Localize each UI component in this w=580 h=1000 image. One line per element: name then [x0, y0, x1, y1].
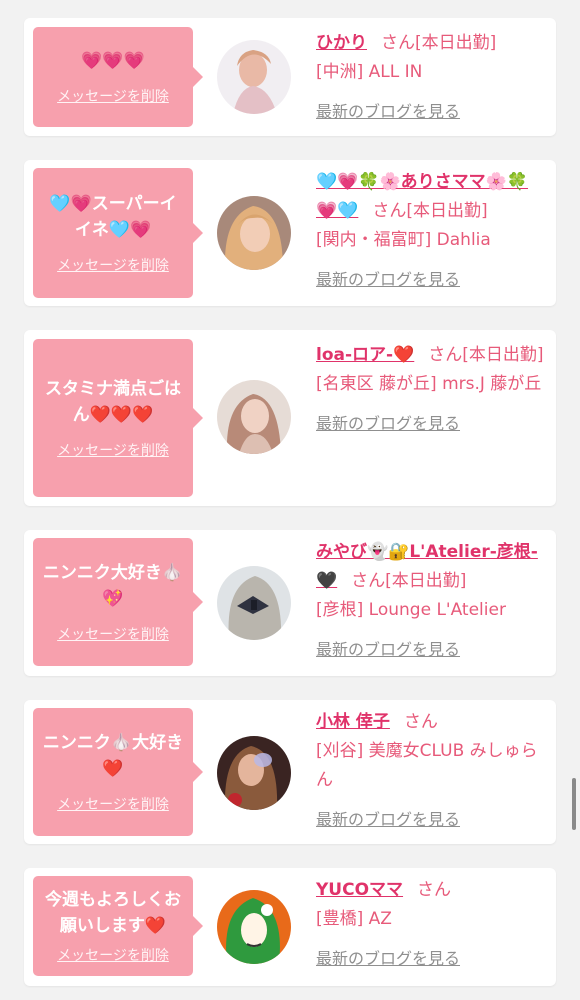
honorific: さん: [428, 345, 463, 365]
honorific: さん: [372, 201, 407, 221]
profile-info: loa-ロア-❤️ さん[本日出勤] [名東区 藤が丘] mrs.J 藤が丘 最新…: [316, 341, 548, 438]
latest-blog-link[interactable]: 最新のブログを見る: [316, 97, 548, 126]
honorific: さん: [381, 33, 415, 53]
delete-message-link[interactable]: メッセージを削除: [57, 794, 169, 814]
shop-location: [彦根] Lounge L'Atelier: [316, 600, 506, 620]
list-item: 💗💗💗 メッセージを削除 ひかり さん[本日出勤] [中洲] ALL IN 最新の…: [24, 18, 556, 136]
delete-message-link[interactable]: メッセージを削除: [57, 440, 169, 460]
avatar-image: [217, 890, 291, 964]
avatar[interactable]: [217, 40, 291, 114]
message-text: ニンニク大好き🧄💖: [42, 563, 184, 609]
list-item: スタミナ満点ごはん❤️❤️❤️ メッセージを削除 loa-ロア-❤️ さん[本日出…: [24, 330, 556, 506]
avatar[interactable]: [217, 890, 291, 964]
shop-location: [豊橋] AZ: [316, 909, 392, 929]
work-status: [本日出勤]: [462, 345, 544, 365]
message-bubble: ニンニク大好き🧄💖 メッセージを削除: [33, 538, 203, 666]
profile-info: 小林 倖子 さん [刈谷] 美魔女CLUB みしゅらん 最新のブログを見る: [316, 708, 548, 834]
shop-location: [中洲] ALL IN: [316, 62, 423, 82]
profile-info: ひかり さん[本日出勤] [中洲] ALL IN 最新のブログを見る: [316, 29, 548, 126]
shop-location: [刈谷] 美魔女CLUB みしゅらん: [316, 741, 538, 790]
profile-info: 🩵💗🍀🌸ありさママ🌸🍀💗🩵 さん[本日出勤] [関内・福富町] Dahlia 最新…: [316, 168, 548, 294]
profile-name-link[interactable]: 小林 倖子: [316, 712, 390, 732]
avatar[interactable]: [217, 196, 291, 270]
latest-blog-link[interactable]: 最新のブログを見る: [316, 805, 548, 834]
work-status: [本日出勤]: [385, 571, 467, 591]
profile-name-link[interactable]: ひかり: [316, 33, 367, 53]
message-bubble: 今週もよろしくお願いします❤️ メッセージを削除: [33, 876, 203, 976]
message-bubble: 💗💗💗 メッセージを削除: [33, 27, 203, 127]
work-status: [本日出勤]: [415, 33, 497, 53]
list-item: 今週もよろしくお願いします❤️ メッセージを削除 YUCOママ さん [豊橋] A…: [24, 868, 556, 986]
scrollbar[interactable]: [572, 778, 576, 830]
message-text: 💗💗💗: [81, 51, 145, 71]
profile-name-link[interactable]: YUCOママ: [316, 880, 403, 900]
avatar-image: [217, 196, 291, 270]
latest-blog-link[interactable]: 最新のブログを見る: [316, 635, 548, 664]
delete-message-link[interactable]: メッセージを削除: [57, 624, 169, 644]
honorific: さん: [417, 880, 452, 900]
message-text: ニンニク🧄大好き❤️: [42, 733, 184, 779]
avatar[interactable]: [217, 736, 291, 810]
message-bubble: スタミナ満点ごはん❤️❤️❤️ メッセージを削除: [33, 339, 203, 497]
list-item: 🩵💗スーパーイイネ🩵💗 メッセージを削除 🩵💗🍀🌸ありさママ🌸🍀💗🩵 さん[本日出…: [24, 160, 556, 306]
message-text: 今週もよろしくお願いします❤️: [45, 890, 181, 936]
message-bubble: 🩵💗スーパーイイネ🩵💗 メッセージを削除: [33, 168, 203, 298]
delete-message-link[interactable]: メッセージを削除: [57, 86, 169, 106]
profile-info: YUCOママ さん [豊橋] AZ 最新のブログを見る: [316, 876, 548, 973]
avatar-image: [217, 380, 291, 454]
profile-name-link[interactable]: loa-ロア-❤️: [316, 345, 414, 365]
latest-blog-link[interactable]: 最新のブログを見る: [316, 944, 548, 973]
avatar-image: [217, 736, 291, 810]
delete-message-link[interactable]: メッセージを削除: [57, 255, 169, 275]
honorific: さん: [403, 712, 438, 732]
honorific: さん: [351, 571, 386, 591]
avatar-image: [217, 566, 291, 640]
latest-blog-link[interactable]: 最新のブログを見る: [316, 409, 548, 438]
work-status: [本日出勤]: [406, 201, 488, 221]
avatar-image: [217, 40, 291, 114]
avatar[interactable]: [217, 566, 291, 640]
message-text: 🩵💗スーパーイイネ🩵💗: [49, 194, 177, 240]
profile-info: みやび👻🔐L'Atelier-彦根-🖤 さん[本日出勤] [彦根] Lounge …: [316, 538, 548, 664]
message-bubble: ニンニク🧄大好き❤️ メッセージを削除: [33, 708, 203, 836]
list-item: ニンニク🧄大好き❤️ メッセージを削除 小林 倖子 さん [刈谷] 美魔女CLUB…: [24, 700, 556, 844]
list-item: ニンニク大好き🧄💖 メッセージを削除 みやび👻🔐L'Atelier-彦根-🖤 さん…: [24, 530, 556, 676]
latest-blog-link[interactable]: 最新のブログを見る: [316, 265, 548, 294]
delete-message-link[interactable]: メッセージを削除: [57, 945, 169, 965]
message-text: スタミナ満点ごはん❤️❤️❤️: [45, 379, 181, 425]
shop-location: [名東区 藤が丘] mrs.J 藤が丘: [316, 374, 542, 394]
avatar[interactable]: [217, 380, 291, 454]
shop-location: [関内・福富町] Dahlia: [316, 230, 491, 250]
